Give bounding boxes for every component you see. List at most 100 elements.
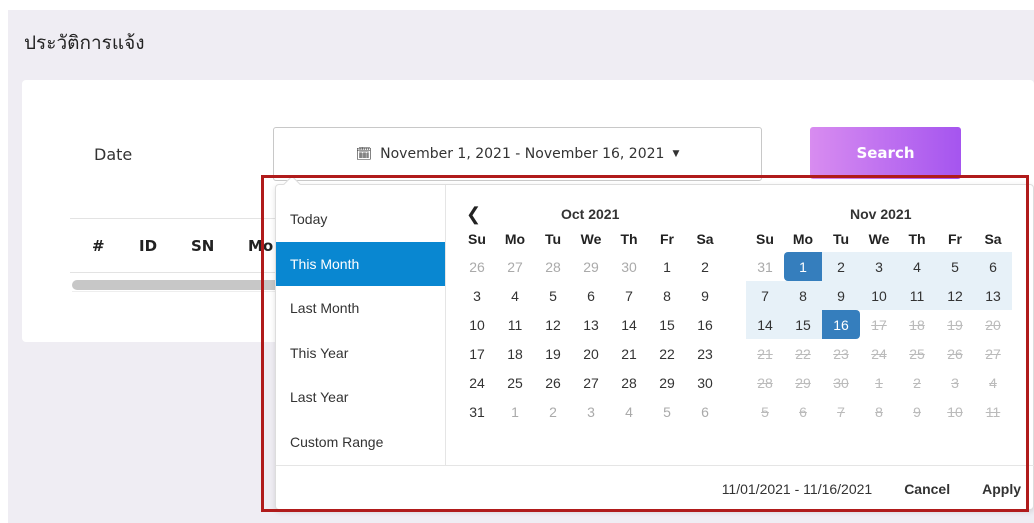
calendar-day[interactable]: 30	[822, 368, 860, 397]
calendar-day[interactable]: 3	[458, 281, 496, 310]
calendar-day[interactable]: 1	[496, 397, 534, 426]
calendar-day[interactable]: 19	[534, 339, 572, 368]
calendar-day[interactable]: 16	[822, 310, 860, 339]
calendar-day[interactable]: 25	[898, 339, 936, 368]
calendar-day[interactable]: 3	[936, 368, 974, 397]
calendar-day[interactable]: 15	[648, 310, 686, 339]
calendar-day[interactable]: 4	[974, 368, 1012, 397]
calendar-day[interactable]: 2	[822, 252, 860, 281]
calendar-day[interactable]: 29	[784, 368, 822, 397]
calendar-day[interactable]: 6	[686, 397, 724, 426]
calendar-day[interactable]: 8	[860, 397, 898, 426]
calendar-day[interactable]: 29	[572, 252, 610, 281]
calendar-day[interactable]: 5	[534, 281, 572, 310]
calendar-day[interactable]: 17	[458, 339, 496, 368]
calendar-day[interactable]: 5	[936, 252, 974, 281]
calendar-day[interactable]: 11	[496, 310, 534, 339]
calendar-day[interactable]: 26	[458, 252, 496, 281]
range-last-year[interactable]: Last Year	[276, 375, 445, 420]
calendar-day[interactable]: 4	[496, 281, 534, 310]
horizontal-scrollbar[interactable]	[72, 280, 282, 290]
chevron-left-icon[interactable]: ❮	[466, 204, 481, 225]
calendar-day[interactable]: 14	[610, 310, 648, 339]
date-label: Date	[94, 145, 133, 164]
calendar-day[interactable]: 12	[936, 281, 974, 310]
calendar-day[interactable]: 11	[898, 281, 936, 310]
calendar-day[interactable]: 7	[610, 281, 648, 310]
calendar-day[interactable]: 2	[898, 368, 936, 397]
calendar-day[interactable]: 22	[648, 339, 686, 368]
calendar-day[interactable]: 13	[974, 281, 1012, 310]
calendar-day[interactable]: 27	[572, 368, 610, 397]
range-this-year[interactable]: This Year	[276, 331, 445, 376]
calendar-day[interactable]: 23	[822, 339, 860, 368]
cancel-button[interactable]: Cancel	[904, 481, 950, 497]
calendar-day[interactable]: 9	[898, 397, 936, 426]
calendar-day[interactable]: 9	[686, 281, 724, 310]
calendar-day[interactable]: 31	[458, 397, 496, 426]
calendar-day[interactable]: 30	[686, 368, 724, 397]
calendar-day[interactable]: 2	[534, 397, 572, 426]
calendar-day[interactable]: 24	[860, 339, 898, 368]
calendar-day[interactable]: 15	[784, 310, 822, 339]
calendar-day[interactable]: 18	[898, 310, 936, 339]
calendar-day[interactable]: 1	[860, 368, 898, 397]
calendar-day[interactable]: 13	[572, 310, 610, 339]
range-today[interactable]: Today	[276, 197, 445, 242]
calendar-day[interactable]: 5	[648, 397, 686, 426]
calendar-day[interactable]: 26	[936, 339, 974, 368]
calendar-day[interactable]: 29	[648, 368, 686, 397]
calendar-day[interactable]: 10	[458, 310, 496, 339]
calendar-day[interactable]: 23	[686, 339, 724, 368]
calendar-day[interactable]: 26	[534, 368, 572, 397]
calendar-day[interactable]: 19	[936, 310, 974, 339]
calendar-day[interactable]: 9	[822, 281, 860, 310]
calendar-day[interactable]: 3	[860, 252, 898, 281]
range-last-month[interactable]: Last Month	[276, 286, 445, 331]
calendar-day[interactable]: 31	[746, 252, 784, 281]
calendar-day[interactable]: 27	[496, 252, 534, 281]
calendar-day[interactable]: 12	[534, 310, 572, 339]
calendar-day[interactable]: 10	[860, 281, 898, 310]
calendar-day[interactable]: 1	[784, 252, 822, 281]
calendar-day[interactable]: 7	[822, 397, 860, 426]
calendar-day[interactable]: 22	[784, 339, 822, 368]
range-this-month[interactable]: This Month	[276, 241, 445, 286]
search-button[interactable]: Search	[810, 127, 961, 179]
calendar-day[interactable]: 20	[974, 310, 1012, 339]
calendar-day[interactable]: 5	[746, 397, 784, 426]
range-custom[interactable]: Custom Range	[276, 420, 445, 465]
calendar-day[interactable]: 27	[974, 339, 1012, 368]
calendar-day[interactable]: 18	[496, 339, 534, 368]
calendar-day[interactable]: 2	[686, 252, 724, 281]
calendar-day[interactable]: 24	[458, 368, 496, 397]
calendar-day[interactable]: 30	[610, 252, 648, 281]
calendar-day[interactable]: 28	[746, 368, 784, 397]
calendar-day[interactable]: 28	[534, 252, 572, 281]
calendar-day[interactable]: 21	[746, 339, 784, 368]
calendar-day[interactable]: 16	[686, 310, 724, 339]
calendar-day[interactable]: 1	[648, 252, 686, 281]
calendar-day[interactable]: 6	[974, 252, 1012, 281]
calendar-day[interactable]: 8	[784, 281, 822, 310]
calendar-day[interactable]: 17	[860, 310, 898, 339]
apply-button[interactable]: Apply	[982, 481, 1021, 497]
ranges-divider	[445, 185, 446, 465]
weekday-header: Sa	[984, 231, 1002, 247]
calendar-day[interactable]: 7	[746, 281, 784, 310]
calendar-day[interactable]: 4	[898, 252, 936, 281]
calendar-day[interactable]: 28	[610, 368, 648, 397]
calendar-day[interactable]: 20	[572, 339, 610, 368]
date-range-button[interactable]: 🗓 November 1, 2021 - November 16, 2021 ▼	[273, 127, 762, 181]
calendar-day[interactable]: 3	[572, 397, 610, 426]
weekday-header: Su	[756, 231, 774, 247]
calendar-day[interactable]: 11	[974, 397, 1012, 426]
calendar-day[interactable]: 21	[610, 339, 648, 368]
calendar-day[interactable]: 4	[610, 397, 648, 426]
calendar-day[interactable]: 6	[572, 281, 610, 310]
calendar-day[interactable]: 6	[784, 397, 822, 426]
calendar-day[interactable]: 25	[496, 368, 534, 397]
calendar-day[interactable]: 10	[936, 397, 974, 426]
calendar-day[interactable]: 14	[746, 310, 784, 339]
calendar-day[interactable]: 8	[648, 281, 686, 310]
